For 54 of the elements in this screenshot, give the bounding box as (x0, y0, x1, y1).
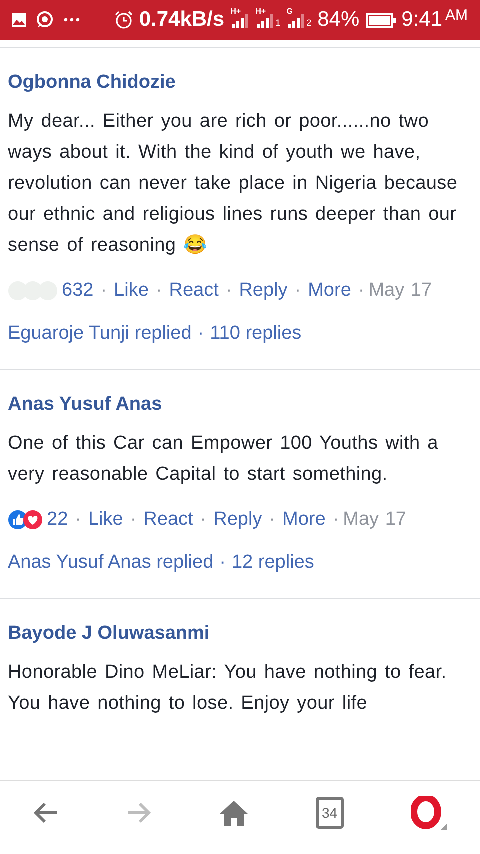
action-link[interactable]: More (308, 280, 352, 301)
network-type: H+ (256, 7, 268, 16)
action-link[interactable]: Reply (214, 509, 262, 530)
replies-link[interactable]: Anas Yusuf Anas replied (8, 552, 214, 573)
sim-number: 1 (276, 19, 281, 28)
comment-text: Honorable Dino MeLiar: You have nothing to fear. You have nothing to lose. Enjoy your life (8, 661, 448, 716)
comment-author[interactable]: Anas Yusuf Anas (8, 394, 162, 416)
replies-count[interactable]: 12 replies (232, 552, 314, 573)
separator-dot: · (198, 323, 204, 344)
battery-percent: 84% (318, 8, 360, 32)
opera-logo-icon[interactable] (410, 796, 447, 830)
action-link[interactable]: React (144, 509, 194, 530)
alarm-icon (115, 11, 134, 29)
reaction-count[interactable]: 632 (62, 280, 94, 301)
comment-author[interactable]: Ogbonna Chidozie (8, 72, 176, 94)
clock-period: AM (446, 7, 468, 24)
action-link[interactable]: More (282, 509, 326, 530)
comment-text: One of this Car can Empower 100 Youths with a very reasonable Capital to start something. (8, 432, 440, 487)
separator-dot: · (100, 280, 108, 301)
action-link[interactable]: Like (114, 280, 149, 301)
separator-dot: · (332, 509, 340, 530)
network-speed: 0.74kB/s (139, 8, 225, 32)
action-link[interactable]: Reply (239, 280, 288, 301)
reaction-count[interactable]: 22 (47, 509, 68, 530)
back-icon[interactable] (33, 800, 60, 824)
replies-link[interactable]: Eguaroje Tunji replied (8, 323, 192, 344)
separator-dot: · (269, 509, 276, 530)
network-type: G (286, 7, 294, 16)
sim-number: 2 (306, 19, 312, 28)
home-icon[interactable] (218, 800, 249, 826)
tabs-button[interactable]: 34 (316, 796, 344, 828)
signal-icon (256, 12, 275, 28)
network-type: H+ (230, 7, 242, 16)
comment-text: My dear... Either you are rich or poor......no two ways about it. With the kind of youth we have, revolution can never take place in Nigeria because our ethnic and religious lines runs deeper than our sense of reasoning 😂 (8, 110, 459, 258)
more-icon (64, 18, 80, 22)
comment-date: May 17 (343, 509, 406, 530)
separator-dot: · (226, 280, 232, 301)
gallery-icon (12, 13, 26, 27)
action-link[interactable]: React (169, 280, 219, 301)
signal-icon (232, 12, 250, 28)
comment-author[interactable]: Bayode J Oluwasanmi (8, 623, 210, 645)
battery-icon (366, 12, 396, 28)
separator-dot: · (156, 280, 162, 301)
action-link[interactable]: Like (88, 509, 124, 530)
comment-date: May 17 (368, 280, 432, 301)
separator-dot: · (200, 509, 207, 530)
chat-icon (36, 11, 54, 29)
separator-dot: · (75, 509, 82, 530)
separator-dot: · (220, 552, 226, 573)
separator-dot: · (358, 280, 365, 301)
separator-dot: · (130, 509, 137, 530)
clock-time: 9:41 (402, 8, 442, 32)
replies-count[interactable]: 110 replies (210, 323, 302, 344)
separator-dot: · (294, 280, 302, 301)
